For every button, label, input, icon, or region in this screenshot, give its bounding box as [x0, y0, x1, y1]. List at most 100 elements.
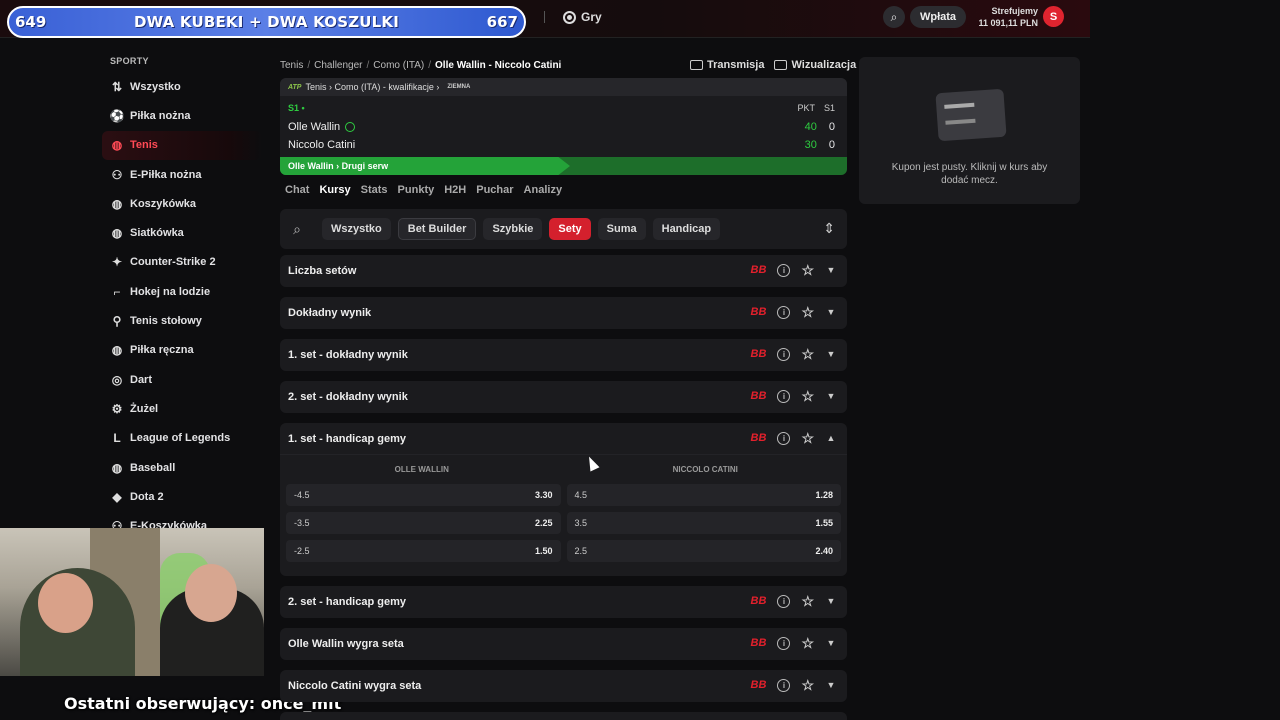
market-row[interactable]: 1. set - Olle Wallin liczba gemówBBi☆▼ [280, 712, 847, 720]
info-icon[interactable]: i [777, 594, 791, 608]
player-1: Olle Wallin [288, 121, 356, 133]
star-icon[interactable]: ☆ [801, 594, 814, 608]
filter-chip-sety[interactable]: Sety [549, 218, 591, 240]
lol-icon: L [113, 431, 121, 446]
sidebar-item-tenis[interactable]: ◍ Tenis [102, 130, 262, 160]
sidebar-item-label: Tenis stołowy [130, 315, 202, 328]
market-row[interactable]: 2. set - handicap gemy BB i ☆ ▼ [280, 586, 847, 618]
stream-goal-banner: 649 DWA KUBEKI + DWA KOSZULKI 667 [7, 6, 526, 38]
chevron-down-icon[interactable]: ▼ [825, 680, 837, 690]
star-icon[interactable]: ☆ [801, 305, 814, 319]
breadcrumb-tournament[interactable]: Challenger [314, 60, 362, 71]
avatar[interactable]: S [1043, 6, 1064, 27]
odd-button-player-1[interactable]: -3.5 2.25 [286, 512, 561, 534]
info-icon[interactable]: i [777, 305, 791, 319]
sidebar-item-wszystko[interactable]: ⇅ Wszystko [102, 72, 262, 101]
market-row[interactable]: Dokładny wynik BB i ☆ ▼ [280, 297, 847, 329]
market-title: 1. set - handicap gemy [288, 432, 406, 445]
chevron-down-icon[interactable]: ▼ [825, 391, 837, 401]
chevron-up-icon[interactable]: ▲ [825, 433, 837, 443]
sidebar-item-counter-strike-2[interactable]: ✦ Counter-Strike 2 [102, 248, 262, 277]
deposit-button[interactable]: Wpłata [910, 6, 966, 28]
sidebar-item-baseball[interactable]: ◍ Baseball [102, 453, 262, 482]
filter-chip-suma[interactable]: Suma [597, 218, 646, 240]
goal-start-number: 649 [15, 13, 47, 31]
tab-h2h[interactable]: H2H [444, 184, 466, 196]
market-row[interactable]: Niccolo Catini wygra seta BB i ☆ ▼ [280, 670, 847, 702]
info-icon[interactable]: i [777, 263, 791, 277]
transmission-button[interactable]: Transmisja [690, 59, 764, 71]
baseball-icon: ◍ [111, 460, 123, 475]
star-icon[interactable]: ☆ [801, 263, 814, 277]
balance[interactable]: Strefujemy 11 091,11 PLN [978, 6, 1038, 28]
odd-button-player-1[interactable]: -4.5 3.30 [286, 484, 561, 506]
star-icon[interactable]: ☆ [801, 678, 814, 692]
sidebar-item-pi-ka-no-na[interactable]: ⚽ Piłka nożna [102, 101, 262, 130]
odd-button-player-2[interactable]: 2.5 2.40 [566, 540, 841, 562]
dota-icon: ◆ [112, 489, 122, 504]
info-icon[interactable]: i [777, 636, 791, 650]
sidebar-item-dota-2[interactable]: ◆ Dota 2 [102, 482, 262, 511]
odd-value: 1.50 [534, 546, 553, 556]
odd-button-player-2[interactable]: 4.5 1.28 [566, 484, 841, 506]
sidebar-item-siatk-wka[interactable]: ◍ Siatkówka [102, 218, 262, 247]
games-link[interactable]: Gry [563, 10, 602, 24]
sidebar-item-dart[interactable]: ◎ Dart [102, 365, 262, 394]
market-row[interactable]: 2. set - dokładny wynik BB i ☆ ▼ [280, 381, 847, 413]
star-icon[interactable]: ☆ [801, 347, 814, 361]
odd-button-player-1[interactable]: -2.5 1.50 [286, 540, 561, 562]
breadcrumb-city[interactable]: Como (ITA) [373, 60, 424, 71]
sidebar-item-hokej-na-lodzie[interactable]: ⌐ Hokej na lodzie [102, 277, 262, 306]
market-filter-bar: ⌕ Wszystko Bet Builder Szybkie Sety Suma Hand… [280, 209, 847, 249]
handicap-line: -4.5 [294, 490, 310, 500]
star-icon[interactable]: ☆ [801, 389, 814, 403]
search-button[interactable]: ⌕ [883, 6, 905, 28]
market-search-icon[interactable]: ⌕ [288, 220, 306, 238]
tab-analizy[interactable]: Analizy [524, 184, 563, 196]
col-player-2: NICCOLO CATINI [672, 465, 738, 474]
tennis-ball-icon: ◍ [111, 138, 123, 153]
chevron-down-icon[interactable]: ▼ [825, 638, 837, 648]
info-icon[interactable]: i [777, 678, 791, 692]
sidebar-item--u-el[interactable]: ⚙ Żużel [102, 394, 262, 423]
market-row[interactable]: Olle Wallin wygra seta BB i ☆ ▼ [280, 628, 847, 660]
visualization-button[interactable]: Wizualizacja [774, 59, 856, 71]
filter-chip-handicap[interactable]: Handicap [652, 218, 721, 240]
chevron-down-icon[interactable]: ▼ [825, 596, 837, 606]
tab-stats[interactable]: Stats [361, 184, 388, 196]
market-expanded: 1. set - handicap gemy BB i ☆ ▲ OLLE WAL… [280, 423, 847, 576]
soccer-ball-icon: ⚽ [109, 108, 125, 123]
star-icon[interactable]: ☆ [801, 431, 814, 445]
tab-kursy[interactable]: Kursy [319, 184, 350, 196]
market-row[interactable]: Liczba setów BB i ☆ ▼ [280, 255, 847, 287]
sidebar-item-tenis-sto-owy[interactable]: ⚲ Tenis stołowy [102, 306, 262, 335]
breadcrumb-sport[interactable]: Tenis [280, 60, 303, 71]
field-icon [774, 60, 788, 70]
tab-chat[interactable]: Chat [285, 184, 309, 196]
tab-puchar[interactable]: Puchar [476, 184, 513, 196]
info-icon[interactable]: i [777, 431, 791, 445]
chevron-down-icon[interactable]: ▼ [825, 307, 837, 317]
sidebar-item-e-pi-ka-no-na[interactable]: ⚇ E-Piłka nożna [102, 160, 262, 189]
filter-chip-bet-builder[interactable]: Bet Builder [397, 218, 477, 240]
info-icon[interactable]: i [777, 347, 791, 361]
chevron-down-icon[interactable]: ▼ [825, 349, 837, 359]
collapse-all-icon[interactable]: ⇕ [823, 220, 835, 237]
sidebar-item-label: Koszykówka [130, 197, 197, 210]
sidebar-item-pi-ka-r-czna[interactable]: ◍ Piłka ręczna [102, 336, 262, 365]
chevron-down-icon[interactable]: ▼ [825, 265, 837, 275]
filter-chip-wszystko[interactable]: Wszystko [322, 218, 391, 240]
star-icon[interactable]: ☆ [801, 636, 814, 650]
basketball-icon: ◍ [111, 196, 123, 211]
market-header[interactable]: 1. set - handicap gemy BB i ☆ ▲ [280, 423, 847, 455]
sidebar-item-league-of-legends[interactable]: L League of Legends [102, 424, 262, 453]
tab-punkty[interactable]: Punkty [398, 184, 435, 196]
market-row[interactable]: 1. set - dokładny wynik BB i ☆ ▼ [280, 339, 847, 371]
filter-chip-szybkie[interactable]: Szybkie [483, 218, 543, 240]
odd-button-player-2[interactable]: 3.5 1.55 [566, 512, 841, 534]
sidebar-item-label: Baseball [130, 461, 176, 474]
info-icon[interactable]: i [777, 389, 791, 403]
sidebar-item-koszyk-wka[interactable]: ◍ Koszykówka [102, 189, 262, 218]
bet-builder-badge: BB [750, 679, 767, 691]
gamepad-icon: ⚇ [111, 167, 123, 182]
